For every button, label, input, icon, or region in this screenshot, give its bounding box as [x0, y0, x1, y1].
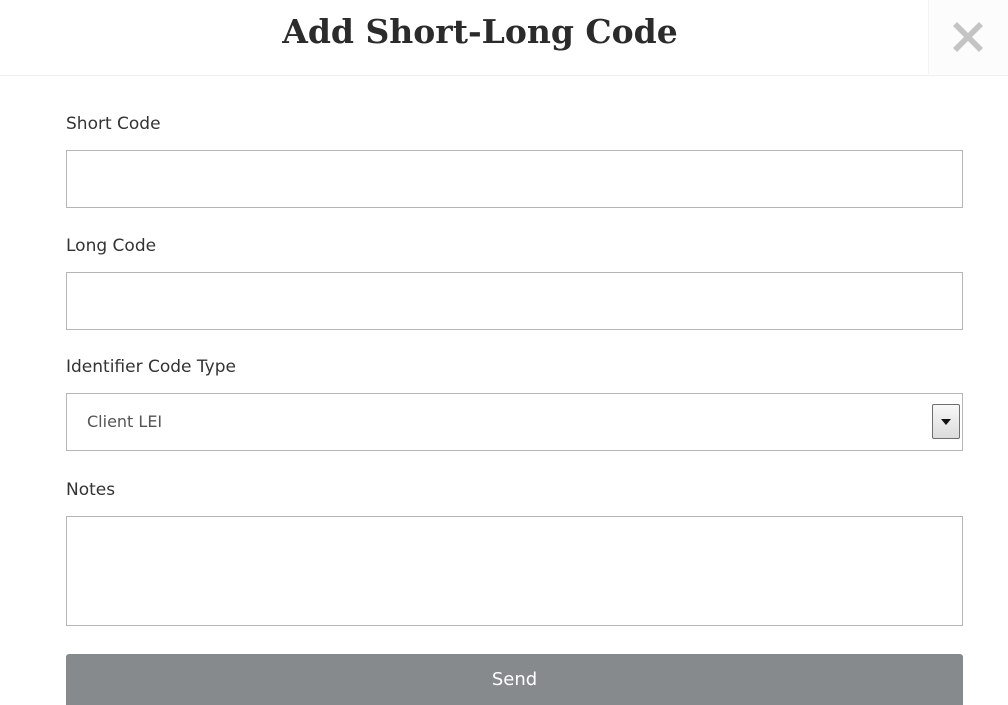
select-dropdown-button[interactable]	[932, 404, 960, 439]
identifier-code-type-select[interactable]: Client LEI	[66, 393, 963, 451]
notes-label: Notes	[66, 480, 116, 500]
identifier-code-type-selected-value: Client LEI	[87, 412, 163, 431]
dialog-header: Add Short-Long Code	[0, 0, 1008, 76]
send-button[interactable]: Send	[66, 654, 963, 705]
dialog-title: Add Short-Long Code	[282, 12, 678, 51]
short-code-label: Short Code	[66, 114, 161, 134]
long-code-label: Long Code	[66, 236, 157, 256]
close-x-icon	[953, 22, 983, 52]
close-button[interactable]	[928, 0, 1008, 74]
add-short-long-code-dialog: Add Short-Long Code Short Code Long Code…	[0, 0, 1008, 705]
short-code-input[interactable]	[66, 150, 963, 208]
chevron-down-icon	[941, 419, 951, 425]
long-code-input[interactable]	[66, 272, 963, 330]
notes-textarea[interactable]	[66, 516, 963, 626]
identifier-code-type-label: Identifier Code Type	[66, 357, 236, 377]
